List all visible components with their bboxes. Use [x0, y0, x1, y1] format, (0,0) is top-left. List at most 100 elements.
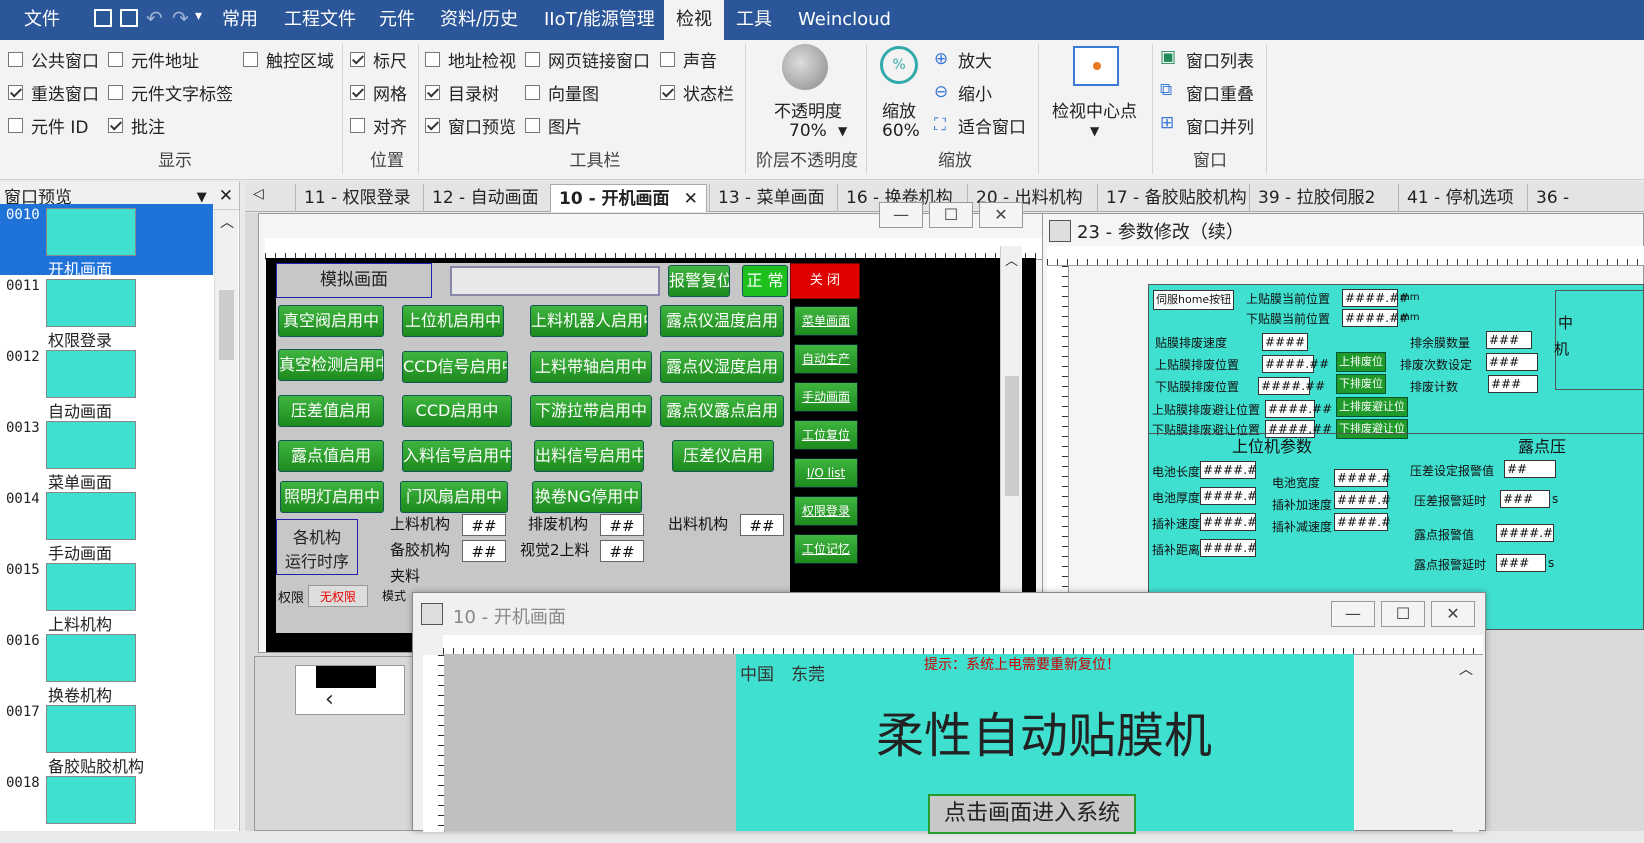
side-button[interactable]: 工位复位: [794, 420, 858, 450]
menu-common[interactable]: 常用: [218, 0, 262, 40]
sim-button[interactable]: 露点仪湿度启用: [660, 351, 784, 383]
window-tile-button[interactable]: 窗口并列: [1186, 113, 1254, 138]
zoom-in-button[interactable]: 放大: [958, 47, 992, 72]
public-window-checkbox[interactable]: 公共窗口: [8, 47, 99, 72]
sim-button[interactable]: 出料信号启用中: [534, 440, 644, 472]
redo-icon[interactable]: ↷: [172, 6, 189, 30]
sim-button[interactable]: 露点仪温度启用: [660, 305, 784, 337]
side-button[interactable]: I/O list: [794, 458, 858, 488]
sim-button[interactable]: 压差值启用: [278, 395, 384, 427]
panel-dropdown-icon[interactable]: ▼: [197, 190, 207, 205]
preview-item[interactable]: 0011 权限登录: [0, 275, 213, 350]
alarm-reset-button[interactable]: 报警复位: [668, 265, 730, 297]
enter-system-button[interactable]: 点击画面进入系统: [928, 794, 1136, 834]
preview-item[interactable]: 0015 上料机构: [0, 559, 213, 634]
picture-checkbox[interactable]: 图片: [525, 113, 582, 138]
menu-weincloud[interactable]: Weincloud: [794, 0, 895, 40]
zoom-out-icon[interactable]: ⊖: [934, 82, 948, 102]
sim-button[interactable]: CCD信号启用中: [402, 351, 508, 383]
window-tile-icon[interactable]: ⊞: [1160, 113, 1174, 133]
collapse-icon[interactable]: ‹: [325, 687, 334, 712]
preview-item[interactable]: 0010 开机画面: [0, 204, 213, 279]
menu-iiot[interactable]: IIoT/能源管理: [540, 0, 659, 40]
tab-scroll-left-icon[interactable]: ◁: [253, 186, 264, 202]
maximize-button[interactable]: ☐: [1381, 601, 1425, 627]
fit-window-button[interactable]: 适合窗口: [958, 113, 1026, 138]
element-id-checkbox[interactable]: 元件 ID: [8, 113, 89, 138]
sound-checkbox[interactable]: 声音: [660, 47, 717, 72]
sim-button[interactable]: 照明灯启用中: [280, 481, 384, 513]
sim-button[interactable]: 门风扇启用中: [400, 481, 508, 513]
zoom-icon[interactable]: %: [880, 46, 918, 84]
up-waste-button[interactable]: 上排废位: [1336, 352, 1386, 372]
side-button[interactable]: 工位记忆: [794, 534, 858, 564]
opacity-label[interactable]: 不透明度: [774, 97, 842, 122]
zoom-label[interactable]: 缩放: [882, 97, 916, 122]
save-icon[interactable]: [94, 9, 112, 27]
ruler-checkbox[interactable]: 标尺: [350, 47, 407, 72]
zoom-in-icon[interactable]: ⊕: [934, 49, 948, 69]
sim-button[interactable]: 上位机启用中: [402, 305, 504, 337]
side-button[interactable]: 菜单画面: [794, 306, 858, 336]
save-all-icon[interactable]: [120, 9, 138, 27]
minimize-button[interactable]: —: [879, 202, 923, 228]
undo-icon[interactable]: ↶: [146, 6, 163, 30]
tab-39[interactable]: 39 - 拉胶伺服2: [1249, 184, 1383, 212]
servo-home-button[interactable]: 伺服home按钮: [1153, 290, 1235, 310]
preview-item[interactable]: 0012 自动画面: [0, 346, 213, 421]
sim-button[interactable]: 真空检测启用中: [278, 349, 384, 381]
fit-window-icon[interactable]: ⛶: [934, 115, 946, 135]
web-link-window-checkbox[interactable]: 网页链接窗口: [525, 47, 650, 72]
tab-36[interactable]: 36 -: [1527, 184, 1577, 212]
menu-tools[interactable]: 工具: [732, 0, 776, 40]
opacity-value[interactable]: 70%: [789, 121, 827, 141]
comment-checkbox[interactable]: 批注: [108, 113, 165, 138]
down-waste-button[interactable]: 下排废位: [1336, 374, 1386, 394]
tab-close-icon[interactable]: ✕: [684, 189, 698, 209]
close-button[interactable]: ✕: [1431, 601, 1475, 627]
sim-button[interactable]: 上料带轴启用中: [530, 351, 652, 383]
preview-item[interactable]: 0017 备胶贴胶机构: [0, 701, 213, 776]
panel-scrollbar[interactable]: ︿: [214, 210, 238, 830]
opacity-dropdown-icon[interactable]: ▼: [838, 124, 847, 138]
menu-project[interactable]: 工程文件: [280, 0, 360, 40]
zoom-out-button[interactable]: 缩小: [958, 80, 992, 105]
window-list-button[interactable]: 窗口列表: [1186, 47, 1254, 72]
panel-close-icon[interactable]: ✕: [219, 186, 233, 206]
preview-item[interactable]: 0018: [0, 772, 213, 843]
grid-checkbox[interactable]: 网格: [350, 80, 407, 105]
sim-button[interactable]: 露点仪露点启用: [660, 395, 784, 427]
tab-10-active[interactable]: 10 - 开机画面 ✕: [550, 184, 707, 212]
tab-17[interactable]: 17 - 备胶贴胶机构: [1097, 184, 1255, 212]
close-button[interactable]: ✕: [979, 202, 1023, 228]
sim-button[interactable]: 压差仪启用: [672, 440, 774, 472]
preview-item[interactable]: 0016 换卷机构: [0, 630, 213, 705]
timing-button[interactable]: 各机构 运行时序: [276, 519, 358, 575]
sim-button[interactable]: 入料信号启用中: [402, 440, 512, 472]
opacity-icon[interactable]: [782, 44, 828, 90]
window-preview-checkbox[interactable]: 窗口预览: [425, 113, 516, 138]
side-button[interactable]: 权限登录: [794, 496, 858, 526]
menu-element[interactable]: 元件: [375, 0, 419, 40]
window-cascade-button[interactable]: 窗口重叠: [1186, 80, 1254, 105]
close-screen-button[interactable]: 关 闭: [790, 263, 860, 299]
element-text-tag-checkbox[interactable]: 元件文字标签: [108, 80, 233, 105]
minimize-button[interactable]: —: [1331, 601, 1375, 627]
maximize-button[interactable]: ☐: [929, 202, 973, 228]
menu-file[interactable]: 文件: [20, 0, 64, 40]
sim-button[interactable]: 换卷NG停用中: [532, 481, 642, 513]
sim-button[interactable]: CCD启用中: [402, 395, 512, 427]
down-avoid-button[interactable]: 下排废避让位: [1336, 419, 1408, 439]
view-center-icon[interactable]: [1073, 46, 1119, 86]
sim-button[interactable]: 真空阀启用中: [278, 305, 384, 337]
view-center-dropdown-icon[interactable]: ▼: [1090, 124, 1099, 138]
overlap-window-checkbox[interactable]: 重迭窗口: [8, 80, 99, 105]
align-checkbox[interactable]: 对齐: [350, 113, 407, 138]
sim-button[interactable]: 露点值启用: [278, 440, 384, 472]
quick-access-dropdown-icon[interactable]: ▾: [195, 8, 202, 24]
menu-view[interactable]: 检视: [664, 0, 724, 41]
window-list-icon[interactable]: ▣: [1160, 47, 1176, 67]
address-view-checkbox[interactable]: 地址检视: [425, 47, 516, 72]
sim-button[interactable]: 上料机器人启用中: [530, 305, 648, 337]
touch-area-checkbox[interactable]: 触控区域: [243, 47, 334, 72]
